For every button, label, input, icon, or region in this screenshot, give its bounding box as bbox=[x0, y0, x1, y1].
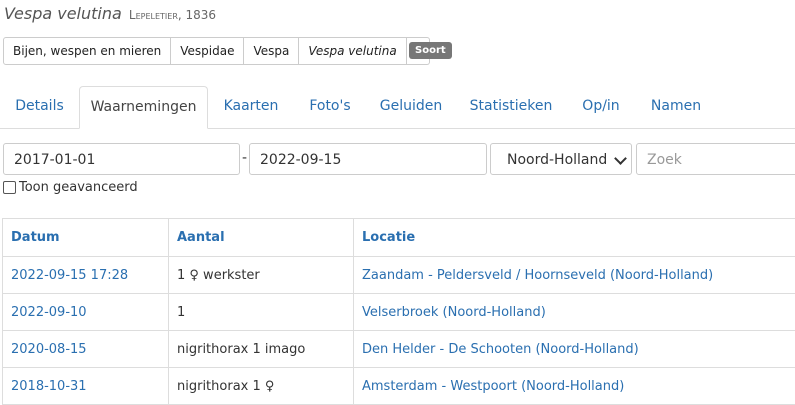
observation-date-link[interactable]: 2020-08-15 bbox=[11, 342, 87, 357]
table-row: 2020-08-15 nigrithorax 1 imago Den Helde… bbox=[3, 331, 795, 368]
tab-bar: Details Waarnemingen Kaarten Foto's Gelu… bbox=[0, 86, 795, 129]
breadcrumb: Bijen, wespen en mieren Vespidae Vespa V… bbox=[3, 37, 430, 65]
breadcrumb-item-family[interactable]: Vespidae bbox=[171, 37, 244, 65]
province-select[interactable]: Noord-Holland bbox=[490, 143, 632, 175]
province-selected-value: Noord-Holland bbox=[507, 152, 607, 168]
species-name: Vespa velutina bbox=[4, 4, 122, 23]
species-author: Lepeletier, 1836 bbox=[129, 8, 216, 22]
breadcrumb-item-order[interactable]: Bijen, wespen en mieren bbox=[3, 37, 171, 65]
advanced-checkbox[interactable] bbox=[3, 181, 16, 194]
tab-geluiden[interactable]: Geluiden bbox=[368, 86, 454, 127]
advanced-toggle[interactable]: Toon geavanceerd bbox=[3, 180, 138, 195]
tab-waarnemingen[interactable]: Waarnemingen bbox=[79, 86, 208, 129]
chevron-down-icon bbox=[614, 152, 627, 165]
observation-location-link[interactable]: Den Helder - De Schooten (Noord-Holland) bbox=[362, 342, 639, 357]
table-row: 2018-10-31 nigrithorax 1 ♀ Amsterdam - W… bbox=[3, 368, 795, 405]
table-row: 2022-09-10 1 Velserbroek (Noord-Holland) bbox=[3, 294, 795, 331]
search-placeholder: Zoek bbox=[647, 152, 682, 168]
observations-table: Datum Aantal Locatie 2022-09-15 17:28 1 … bbox=[2, 218, 795, 405]
observation-date-link[interactable]: 2022-09-15 17:28 bbox=[11, 268, 128, 283]
breadcrumb-item-species[interactable]: Vespa velutina bbox=[299, 37, 406, 65]
observation-location-link[interactable]: Zaandam - Peldersveld / Hoornseveld (Noo… bbox=[362, 268, 713, 283]
column-header-locatie[interactable]: Locatie bbox=[354, 219, 795, 257]
table-header-row: Datum Aantal Locatie bbox=[3, 219, 795, 257]
date-to-input[interactable]: 2022-09-15 bbox=[249, 143, 487, 175]
observation-date-link[interactable]: 2022-09-10 bbox=[11, 305, 87, 320]
page-title: Vespa velutina Lepeletier, 1836 bbox=[4, 4, 216, 23]
date-from-input[interactable]: 2017-01-01 bbox=[3, 143, 240, 175]
observation-count: 1 ♀ werkster bbox=[169, 257, 354, 294]
observation-location-link[interactable]: Velserbroek (Noord-Holland) bbox=[362, 305, 546, 320]
tab-op-in[interactable]: Op/in bbox=[568, 86, 634, 127]
tab-statistieken[interactable]: Statistieken bbox=[458, 86, 564, 127]
rank-badge: Soort bbox=[409, 42, 452, 59]
tab-namen[interactable]: Namen bbox=[638, 86, 714, 127]
observation-count: 1 bbox=[169, 294, 354, 331]
observation-count: nigrithorax 1 imago bbox=[169, 331, 354, 368]
advanced-label: Toon geavanceerd bbox=[19, 180, 138, 195]
tab-fotos[interactable]: Foto's bbox=[295, 86, 365, 127]
breadcrumb-item-genus[interactable]: Vespa bbox=[244, 37, 299, 65]
table-row: 2022-09-15 17:28 1 ♀ werkster Zaandam - … bbox=[3, 257, 795, 294]
date-separator: - bbox=[242, 150, 247, 166]
tab-kaarten[interactable]: Kaarten bbox=[210, 86, 292, 127]
observation-location-link[interactable]: Amsterdam - Westpoort (Noord-Holland) bbox=[362, 379, 624, 394]
search-input[interactable]: Zoek bbox=[636, 143, 795, 175]
tab-details[interactable]: Details bbox=[0, 86, 79, 127]
observation-count: nigrithorax 1 ♀ bbox=[169, 368, 354, 405]
column-header-datum[interactable]: Datum bbox=[3, 219, 169, 257]
observation-date-link[interactable]: 2018-10-31 bbox=[11, 379, 87, 394]
column-header-aantal[interactable]: Aantal bbox=[169, 219, 354, 257]
